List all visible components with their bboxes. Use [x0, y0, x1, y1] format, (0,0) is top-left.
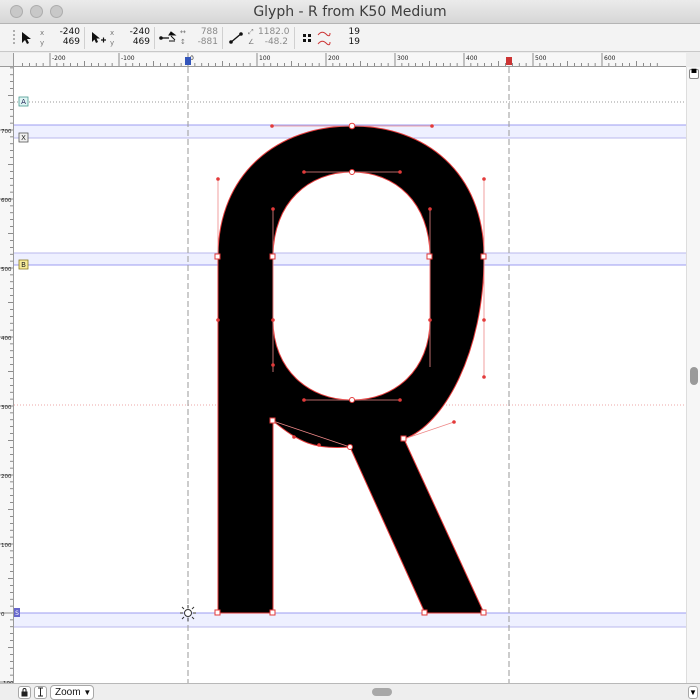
- divider: [154, 27, 155, 49]
- ruler-label: 600: [604, 55, 616, 62]
- divider: [294, 27, 295, 49]
- cursor-x-value: -240: [59, 27, 80, 37]
- vertical-scroll-thumb[interactable]: [690, 367, 698, 385]
- glyph-editor-svg[interactable]: A X B S: [14, 67, 686, 683]
- text-cursor-icon[interactable]: [34, 686, 47, 699]
- baseline-band: [14, 613, 686, 627]
- ruler-label: 0: [1, 612, 5, 618]
- guide-markers[interactable]: A X B S: [14, 96, 29, 617]
- ruler-label: 200: [328, 55, 340, 62]
- node-count-bottom: 19: [348, 37, 360, 47]
- ruler-label: 100: [259, 55, 271, 62]
- ruler-label: 400: [466, 55, 478, 62]
- ruler-label: 100: [1, 543, 12, 549]
- divider: [222, 27, 223, 49]
- width-value: 788: [200, 27, 218, 37]
- distance-label: ⤢: [248, 28, 254, 36]
- measure-tool-icon[interactable]: [158, 27, 178, 49]
- horizontal-scroll-thumb[interactable]: [372, 688, 392, 696]
- horizontal-ruler-ticks: -200 -100 0 100 200 300 400 500 600: [22, 53, 658, 66]
- cursor-y-label: y: [40, 39, 45, 47]
- point-pointer-icon[interactable]: [88, 27, 108, 49]
- ruler-label: 300: [1, 405, 12, 411]
- chevron-down-icon: ▼: [83, 688, 92, 697]
- ruler-label: 500: [535, 55, 547, 62]
- width-label: ↔: [180, 28, 186, 36]
- horizontal-ruler[interactable]: -200 -100 0 100 200 300 400 500 600: [14, 53, 686, 67]
- advance-ruler-marker[interactable]: [506, 57, 512, 65]
- ruler-label: 400: [1, 336, 12, 342]
- cursor-x-label: x: [40, 29, 45, 37]
- x-height-marker-label: B: [21, 261, 26, 269]
- zoom-label: Zoom: [55, 687, 81, 698]
- angle-value: -48.2: [264, 37, 288, 47]
- ruler-tool-icon[interactable]: [226, 27, 246, 49]
- x-height-band: [14, 253, 686, 265]
- ruler-label: -200: [52, 55, 66, 62]
- bottom-bar: Zoom ▼ ▼: [0, 683, 700, 700]
- cap-height-marker-label: X: [21, 134, 26, 142]
- angle-label: ∠: [248, 38, 255, 46]
- ascender-marker-label: A: [21, 98, 26, 106]
- node-count-top: 19: [348, 27, 360, 37]
- vertical-scrollbar[interactable]: ▀: [686, 67, 700, 683]
- ruler-corner: [0, 53, 14, 67]
- point-x-label: x: [110, 29, 115, 37]
- ruler-label: 700: [1, 129, 12, 135]
- point-x-value: -240: [129, 27, 150, 37]
- origin-ruler-marker[interactable]: [185, 57, 191, 65]
- lock-icon[interactable]: [18, 686, 31, 699]
- info-bar: x y -240 469 x y -240 469 ↔ ↕ 788 -881 ⤢…: [0, 24, 700, 52]
- point-y-value: 469: [132, 37, 150, 47]
- point-y-label: y: [110, 39, 115, 47]
- title-bar: Glyph - R from K50 Medium: [0, 0, 700, 24]
- ruler-label: 300: [397, 55, 409, 62]
- baseline-marker-label: S: [15, 610, 19, 617]
- cursor-y-value: 469: [62, 37, 80, 47]
- glyph-r-outline[interactable]: [217, 125, 485, 614]
- ruler-label: 500: [1, 267, 12, 273]
- window-title: Glyph - R from K50 Medium: [253, 4, 447, 20]
- height-label: ↕: [180, 38, 186, 46]
- ruler-label: 200: [1, 474, 12, 480]
- vertical-ruler-ticks: 7006005004003002001000-100: [0, 67, 13, 683]
- origin-sun-icon[interactable]: [180, 605, 196, 621]
- ruler-label: 600: [1, 198, 12, 204]
- zoom-dropdown[interactable]: Zoom ▼: [50, 685, 94, 700]
- pointer-tool-icon[interactable]: [16, 27, 36, 49]
- ruler-label: -100: [121, 55, 135, 62]
- distance-value: 1182.0: [258, 27, 290, 37]
- divider: [84, 27, 85, 49]
- glyph-canvas[interactable]: A X B S: [14, 67, 686, 683]
- scroll-top-button[interactable]: ▀: [689, 69, 699, 79]
- height-value: -881: [197, 37, 218, 47]
- vertical-ruler[interactable]: 7006005004003002001000-100: [0, 67, 14, 683]
- scroll-bottom-button[interactable]: ▼: [688, 686, 698, 699]
